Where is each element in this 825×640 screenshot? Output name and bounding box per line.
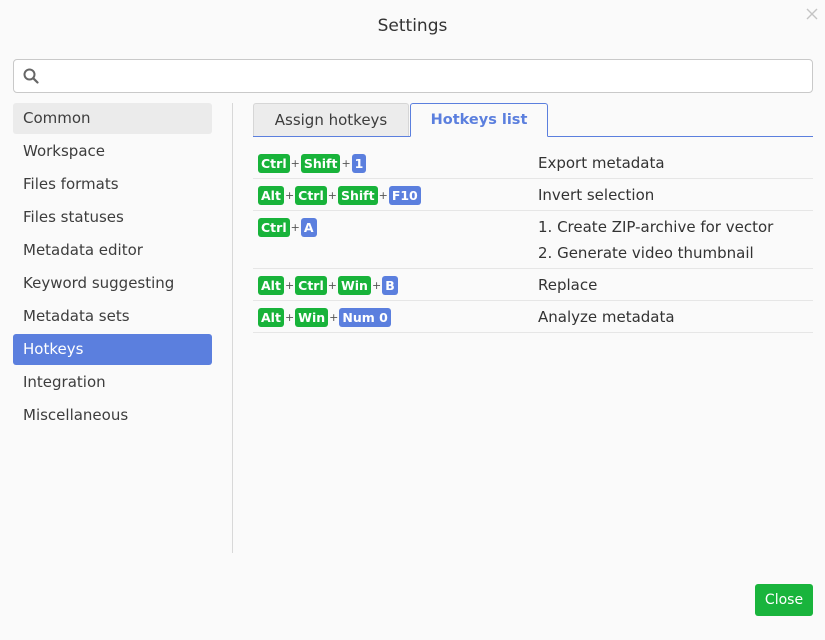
modifier-key-badge: Ctrl xyxy=(295,185,327,205)
sidebar-item-common[interactable]: Common xyxy=(13,103,212,134)
hotkey-actions: Analyze metadata xyxy=(538,301,813,332)
hotkey-combination: Alt + Ctrl + Win + B xyxy=(253,269,538,295)
hotkey-actions: Replace xyxy=(538,269,813,300)
sidebar-item-integration[interactable]: Integration xyxy=(13,367,212,398)
plus-sign: + xyxy=(290,220,300,234)
plus-sign: + xyxy=(327,188,337,202)
modifier-key-badge: Ctrl xyxy=(258,153,290,173)
hotkey-action-label: Replace xyxy=(538,276,598,294)
modifier-key-badge: Shift xyxy=(300,153,341,173)
plus-sign: + xyxy=(284,310,295,324)
sidebar-item-workspace[interactable]: Workspace xyxy=(13,136,212,167)
sidebar-item-files-formats[interactable]: Files formats xyxy=(13,169,212,200)
sidebar-item-hotkeys[interactable]: Hotkeys xyxy=(13,334,212,365)
sidebar-item-metadata-editor[interactable]: Metadata editor xyxy=(13,235,212,266)
hotkey-action-label: Analyze metadata xyxy=(538,308,675,326)
hotkey-actions: Invert selection xyxy=(538,179,813,210)
tab-hotkeys-list[interactable]: Hotkeys list xyxy=(410,103,548,137)
hotkey-combination: Alt + Ctrl + Shift + F10 xyxy=(253,179,538,205)
hotkey-action-label: 1. Create ZIP-archive for vector xyxy=(538,218,774,236)
sidebar-item-metadata-sets[interactable]: Metadata sets xyxy=(13,301,212,332)
plus-sign: + xyxy=(284,278,295,292)
sidebar-item-keyword-suggesting[interactable]: Keyword suggesting xyxy=(13,268,212,299)
tab-assign-hotkeys[interactable]: Assign hotkeys xyxy=(253,103,409,136)
plus-sign: + xyxy=(341,156,351,170)
hotkey-action-label: 2. Generate video thumbnail xyxy=(538,244,754,262)
key-badge: Num 0 xyxy=(339,307,391,327)
hotkey-action-label: Invert selection xyxy=(538,186,655,204)
hotkeys-list: Ctrl + Shift +1 Export metadata Alt + Ctrl + Shif… xyxy=(253,147,813,333)
sidebar-item-files-statuses[interactable]: Files statuses xyxy=(13,202,212,233)
hotkey-actions: 1. Create ZIP-archive for vector 2. Gener… xyxy=(538,211,813,268)
search-input[interactable] xyxy=(48,64,804,88)
hotkey-combination: Ctrl + Shift +1 xyxy=(253,147,538,173)
modifier-key-badge: Alt xyxy=(258,185,284,205)
hotkey-row: Ctrl + Shift +1 Export metadata xyxy=(253,147,813,179)
search-icon xyxy=(23,68,39,84)
hotkey-row: Alt + Ctrl + Shift + F10 Invert selection xyxy=(253,179,813,211)
plus-sign: + xyxy=(378,188,388,202)
sidebar-divider xyxy=(232,103,233,553)
hotkey-row: Alt + Win + Num 0 Analyze metadata xyxy=(253,301,813,333)
plus-sign: + xyxy=(290,156,300,170)
modifier-key-badge: Alt xyxy=(258,307,284,327)
modifier-key-badge: Win xyxy=(295,307,329,327)
key-badge: F10 xyxy=(388,185,421,205)
modifier-key-badge: Ctrl xyxy=(258,217,290,237)
dialog-title: Settings xyxy=(377,16,448,36)
close-icon-glyph xyxy=(806,8,818,20)
settings-sidebar: Common Workspace Files formats Files sta… xyxy=(13,103,212,433)
search-box[interactable] xyxy=(13,59,813,93)
modifier-key-badge: Win xyxy=(337,275,371,295)
plus-sign: + xyxy=(329,310,339,324)
hotkey-actions: Export metadata xyxy=(538,147,813,178)
plus-sign: + xyxy=(371,278,382,292)
hotkey-combination: Ctrl + A xyxy=(253,211,538,237)
close-button[interactable]: Close xyxy=(755,584,813,616)
key-badge: 1 xyxy=(351,153,367,173)
plus-sign: + xyxy=(284,188,295,202)
plus-sign: + xyxy=(327,278,337,292)
modifier-key-badge: Shift xyxy=(337,185,378,205)
sidebar-item-miscellaneous[interactable]: Miscellaneous xyxy=(13,400,212,431)
hotkey-row: Ctrl + A 1. Create ZIP-archive for vector 2.… xyxy=(253,211,813,269)
modifier-key-badge: Alt xyxy=(258,275,284,295)
key-badge: B xyxy=(382,275,398,295)
key-badge: A xyxy=(300,217,317,237)
hotkey-row: Alt + Ctrl + Win + B Replace xyxy=(253,269,813,301)
modifier-key-badge: Ctrl xyxy=(295,275,327,295)
hotkey-combination: Alt + Win + Num 0 xyxy=(253,301,538,327)
tab-bar: Assign hotkeys Hotkeys list xyxy=(253,103,813,137)
close-icon[interactable] xyxy=(805,7,819,23)
hotkey-action-label: Export metadata xyxy=(538,154,665,172)
